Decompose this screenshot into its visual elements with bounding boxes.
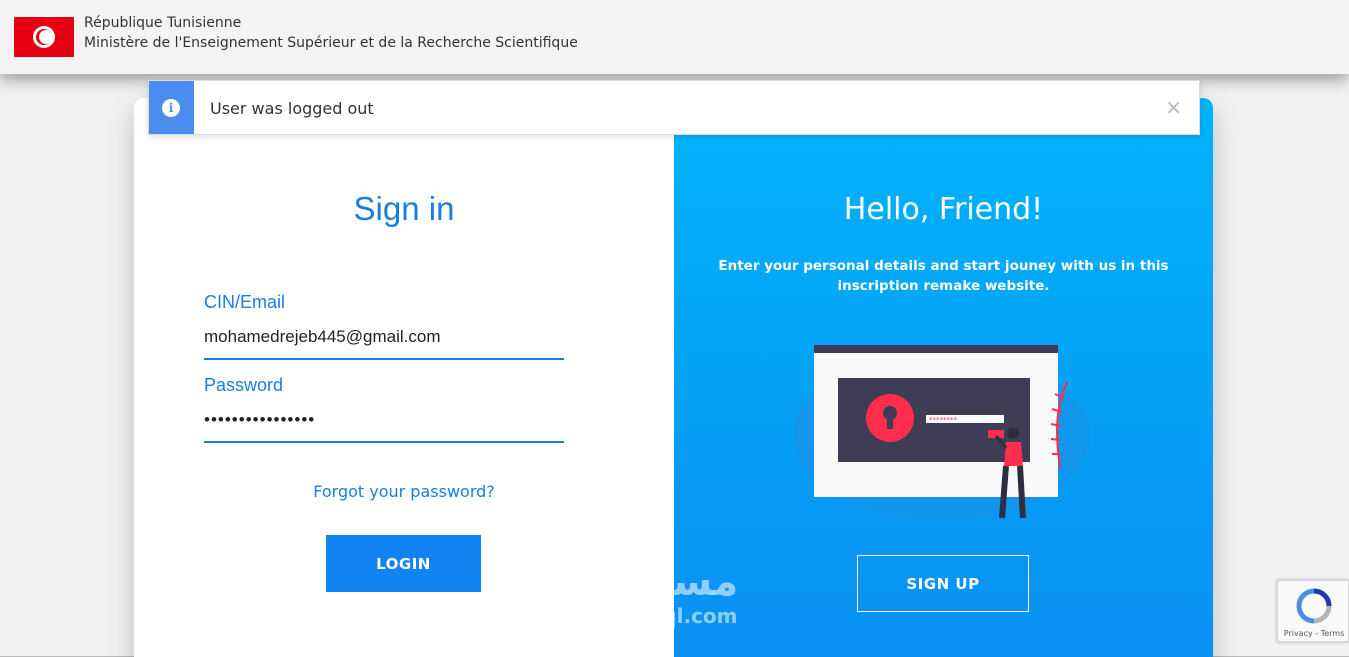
alert-badge: i xyxy=(149,81,194,134)
mostaql-watermark: مستقل mostaql.com xyxy=(592,560,738,628)
security-illustration: ******** xyxy=(794,345,1090,520)
recaptcha-badge[interactable]: Privacy - Terms xyxy=(1277,580,1349,642)
signup-panel: Hello, Friend! Enter your personal detai… xyxy=(674,98,1213,657)
password-input[interactable] xyxy=(204,395,564,443)
signup-button[interactable]: SIGN UP xyxy=(857,555,1029,612)
government-header: République Tunisienne Ministère de l'Ens… xyxy=(0,0,1349,74)
recaptcha-terms[interactable]: Privacy - Terms xyxy=(1278,629,1349,638)
logout-alert: i User was logged out × xyxy=(148,80,1200,135)
cin-email-input[interactable] xyxy=(204,312,564,360)
alert-message: User was logged out xyxy=(210,99,374,118)
country-name: République Tunisienne xyxy=(84,15,242,31)
forgot-password-link[interactable]: Forgot your password? xyxy=(134,482,674,501)
info-icon: i xyxy=(162,99,180,117)
close-icon[interactable]: × xyxy=(1165,95,1182,119)
login-button[interactable]: LOGIN xyxy=(326,535,481,592)
recaptcha-icon xyxy=(1296,588,1332,624)
panel-title: Hello, Friend! xyxy=(843,192,1044,227)
cin-email-label: CIN/Email xyxy=(204,292,286,312)
panel-subtitle: Enter your personal details and start jo… xyxy=(718,258,1169,294)
tunisia-flag-icon xyxy=(14,17,74,57)
watermark-arabic: مستقل xyxy=(592,559,739,605)
password-label: Password xyxy=(204,375,284,395)
signin-title: Sign in xyxy=(353,190,455,227)
watermark-latin: mostaql.com xyxy=(592,604,738,628)
svg-text:********: ******** xyxy=(929,416,958,424)
ministry-name: Ministère de l'Enseignement Supérieur et… xyxy=(84,35,578,51)
